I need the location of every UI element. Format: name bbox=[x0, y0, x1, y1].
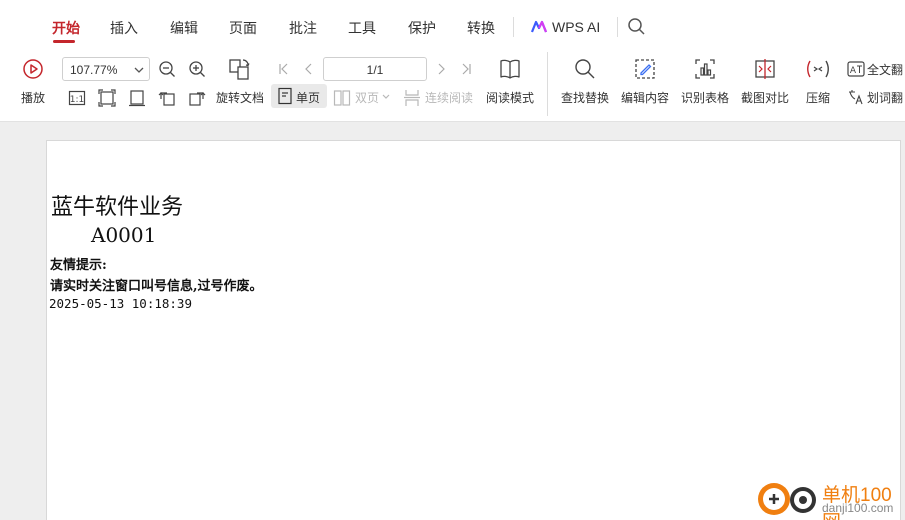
rotate-left-icon[interactable] bbox=[158, 89, 176, 107]
edit-content-icon[interactable] bbox=[633, 57, 657, 81]
tip-text: 请实时关注窗口叫号信息,过号作废。 bbox=[50, 279, 263, 294]
svg-text:1:1: 1:1 bbox=[70, 95, 84, 105]
document-title: 蓝牛软件业务 bbox=[51, 195, 184, 220]
zoom-select[interactable]: 107.77% bbox=[62, 57, 150, 81]
recognize-table-label[interactable]: 识别表格 bbox=[681, 89, 729, 106]
screenshot-compare-label[interactable]: 截图对比 bbox=[741, 89, 789, 106]
word-translate-label[interactable]: 划词翻 bbox=[867, 89, 903, 106]
tip-heading: 友情提示: bbox=[50, 258, 107, 273]
read-mode-icon[interactable] bbox=[498, 57, 522, 81]
actual-size-icon[interactable]: 1:1 bbox=[68, 89, 86, 107]
wps-ai-icon bbox=[531, 20, 547, 33]
svg-text:A: A bbox=[850, 66, 857, 76]
zoom-out-icon[interactable] bbox=[158, 60, 176, 78]
rotate-document-icon[interactable] bbox=[227, 57, 251, 81]
wps-ai-button[interactable]: WPS AI bbox=[531, 17, 600, 37]
watermark-site: danji100.com bbox=[822, 501, 894, 515]
previous-page-icon[interactable] bbox=[300, 60, 318, 78]
tab-insert[interactable]: 插入 bbox=[110, 18, 138, 38]
wps-ai-label: WPS AI bbox=[552, 19, 601, 35]
next-page-icon[interactable] bbox=[432, 60, 450, 78]
tab-page[interactable]: 页面 bbox=[229, 18, 257, 38]
document-page: 蓝牛软件业务 A0001 友情提示: 请实时关注窗口叫号信息,过号作废。 202… bbox=[46, 140, 901, 520]
ribbon-toolbar: 播放 107.77% 1:1 旋转文档 单页 双页 连续阅读 1/1 阅读模式 … bbox=[0, 50, 905, 122]
document-viewport[interactable]: 蓝牛软件业务 A0001 友情提示: 请实时关注窗口叫号信息,过号作废。 202… bbox=[0, 122, 905, 520]
divider bbox=[513, 17, 514, 37]
play-icon[interactable] bbox=[21, 57, 45, 81]
tab-comment[interactable]: 批注 bbox=[289, 18, 317, 38]
page-number: 1/1 bbox=[366, 63, 384, 77]
edit-content-label[interactable]: 编辑内容 bbox=[621, 89, 669, 106]
divider bbox=[547, 52, 548, 116]
last-page-icon[interactable] bbox=[457, 60, 475, 78]
single-page-button[interactable]: 单页 bbox=[271, 84, 327, 108]
tab-convert[interactable]: 转换 bbox=[467, 18, 495, 38]
full-translate-label[interactable]: 全文翻 bbox=[867, 61, 903, 78]
compress-icon[interactable] bbox=[806, 57, 830, 81]
tab-tools[interactable]: 工具 bbox=[348, 18, 376, 38]
page-indicator[interactable]: 1/1 bbox=[323, 57, 427, 81]
search-icon[interactable] bbox=[627, 17, 647, 37]
find-replace-label[interactable]: 查找替换 bbox=[561, 89, 609, 106]
fit-page-icon[interactable] bbox=[98, 89, 116, 107]
read-mode-label[interactable]: 阅读模式 bbox=[486, 89, 534, 106]
find-replace-icon[interactable] bbox=[573, 57, 597, 81]
recognize-table-icon[interactable] bbox=[693, 57, 717, 81]
ticket-number: A0001 bbox=[91, 223, 157, 247]
play-label[interactable]: 播放 bbox=[21, 89, 45, 106]
tab-protect[interactable]: 保护 bbox=[408, 18, 436, 38]
continuous-read-label[interactable]: 连续阅读 bbox=[425, 89, 473, 106]
tab-home[interactable]: 开始 bbox=[52, 18, 80, 38]
chevron-down-icon[interactable] bbox=[381, 91, 391, 101]
rotate-document-label[interactable]: 旋转文档 bbox=[216, 89, 264, 106]
chevron-down-icon bbox=[134, 67, 144, 73]
timestamp: 2025-05-13 10:18:39 bbox=[49, 296, 192, 311]
active-tab-indicator bbox=[53, 40, 75, 43]
double-page-icon[interactable] bbox=[333, 89, 351, 107]
word-translate-icon[interactable] bbox=[847, 88, 865, 106]
menu-bar: 开始 插入 编辑 页面 批注 工具 保护 转换 WPS AI bbox=[0, 0, 905, 50]
zoom-in-icon[interactable] bbox=[188, 60, 206, 78]
compress-label[interactable]: 压缩 bbox=[806, 89, 830, 106]
first-page-icon[interactable] bbox=[275, 60, 293, 78]
fit-width-icon[interactable] bbox=[128, 89, 146, 107]
double-page-label[interactable]: 双页 bbox=[355, 89, 379, 106]
tab-edit[interactable]: 编辑 bbox=[170, 18, 198, 38]
single-page-icon bbox=[278, 87, 292, 105]
continuous-read-icon[interactable] bbox=[403, 89, 421, 107]
rotate-right-icon[interactable] bbox=[188, 89, 206, 107]
divider bbox=[617, 17, 618, 37]
single-page-label: 单页 bbox=[296, 91, 321, 105]
screenshot-compare-icon[interactable] bbox=[753, 57, 777, 81]
zoom-value: 107.77% bbox=[70, 63, 118, 77]
full-translate-icon[interactable]: A bbox=[847, 60, 865, 78]
